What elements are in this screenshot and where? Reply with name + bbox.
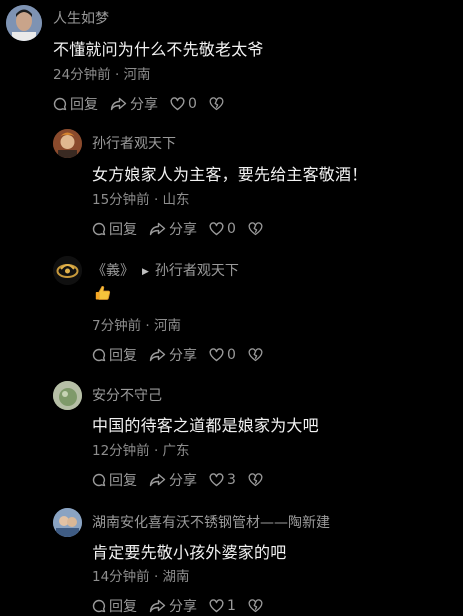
reply-label: 回复 bbox=[109, 348, 137, 364]
username[interactable]: 《義》 bbox=[92, 263, 134, 279]
like-count: 0 bbox=[227, 347, 236, 363]
reply-target-username[interactable]: 孙行者观天下 bbox=[155, 263, 239, 279]
share-label: 分享 bbox=[169, 599, 197, 615]
share-icon bbox=[149, 599, 166, 613]
comment-actions: 回复 分享 3 bbox=[92, 470, 278, 490]
share-icon bbox=[110, 97, 127, 111]
share-label: 分享 bbox=[130, 97, 158, 113]
share-icon bbox=[149, 222, 166, 236]
like-count: 0 bbox=[227, 221, 236, 237]
heart-icon bbox=[209, 599, 224, 613]
like-button[interactable]: 0 bbox=[170, 96, 197, 112]
comment-meta: 14分钟前 · 湖南 bbox=[92, 569, 190, 585]
reply-icon bbox=[53, 97, 67, 111]
comment-actions: 回复 分享 0 bbox=[92, 345, 278, 365]
reply-arrow-icon: ▶ bbox=[142, 267, 149, 277]
reply-label: 回复 bbox=[70, 97, 98, 113]
reply-button[interactable]: 回复 bbox=[92, 219, 137, 239]
reply-item: 湖南安化喜有沃不锈钢管材——陶新建 肯定要先敬小孩外婆家的吧 14分钟前 · 湖… bbox=[0, 504, 463, 616]
avatar[interactable] bbox=[6, 5, 42, 41]
comment-actions: 回复 分享 1 bbox=[92, 596, 278, 616]
reply-item: 《義》 ▶ 孙行者观天下 7分钟前 · 河南 回复 分享 0 bbox=[0, 252, 463, 377]
avatar[interactable] bbox=[53, 381, 82, 410]
reply-button[interactable]: 回复 bbox=[92, 596, 137, 616]
like-button[interactable]: 1 bbox=[209, 598, 236, 614]
share-button[interactable]: 分享 bbox=[149, 345, 197, 365]
heart-icon bbox=[170, 97, 185, 111]
dislike-button[interactable] bbox=[248, 348, 266, 362]
share-icon bbox=[149, 473, 166, 487]
avatar[interactable] bbox=[53, 129, 82, 158]
thumbs-up-emoji-icon bbox=[94, 284, 112, 306]
broken-heart-icon bbox=[248, 222, 263, 236]
username[interactable]: 人生如梦 bbox=[53, 8, 109, 28]
reply-icon bbox=[92, 348, 106, 362]
username[interactable]: 湖南安化喜有沃不锈钢管材——陶新建 bbox=[92, 512, 330, 532]
comment-text: 女方娘家人为主客，要先给主客敬酒！ bbox=[92, 165, 368, 184]
avatar[interactable] bbox=[53, 256, 82, 285]
username-row: 《義》 ▶ 孙行者观天下 bbox=[92, 260, 239, 280]
comment-text: 不懂就问为什么不先敬老太爷 bbox=[53, 40, 264, 59]
reply-icon bbox=[92, 222, 106, 236]
share-label: 分享 bbox=[169, 473, 197, 489]
share-button[interactable]: 分享 bbox=[149, 596, 197, 616]
like-button[interactable]: 0 bbox=[209, 347, 236, 363]
comment-item: 人生如梦 不懂就问为什么不先敬老太爷 24分钟前 · 河南 回复 分享 0 bbox=[0, 0, 463, 120]
dislike-button[interactable] bbox=[248, 599, 266, 613]
broken-heart-icon bbox=[248, 599, 263, 613]
comment-meta: 15分钟前 · 山东 bbox=[92, 192, 190, 208]
like-button[interactable]: 0 bbox=[209, 221, 236, 237]
share-label: 分享 bbox=[169, 222, 197, 238]
reply-button[interactable]: 回复 bbox=[92, 470, 137, 490]
reply-button[interactable]: 回复 bbox=[53, 94, 98, 114]
reply-label: 回复 bbox=[109, 222, 137, 238]
comment-actions: 回复 分享 0 bbox=[53, 94, 239, 114]
reply-icon bbox=[92, 473, 106, 487]
avatar[interactable] bbox=[53, 508, 82, 537]
comment-meta: 7分钟前 · 河南 bbox=[92, 318, 181, 334]
like-count: 0 bbox=[188, 96, 197, 112]
username[interactable]: 安分不守己 bbox=[92, 385, 162, 405]
reply-icon bbox=[92, 599, 106, 613]
like-count: 1 bbox=[227, 598, 236, 614]
broken-heart-icon bbox=[209, 97, 224, 111]
reply-item: 安分不守己 中国的待客之道都是娘家为大吧 12分钟前 · 广东 回复 分享 3 bbox=[0, 377, 463, 502]
broken-heart-icon bbox=[248, 348, 263, 362]
comment-actions: 回复 分享 0 bbox=[92, 219, 278, 239]
dislike-button[interactable] bbox=[209, 97, 227, 111]
heart-icon bbox=[209, 348, 224, 362]
dislike-button[interactable] bbox=[248, 473, 266, 487]
share-button[interactable]: 分享 bbox=[149, 219, 197, 239]
heart-icon bbox=[209, 222, 224, 236]
dislike-button[interactable] bbox=[248, 222, 266, 236]
share-button[interactable]: 分享 bbox=[149, 470, 197, 490]
share-icon bbox=[149, 348, 166, 362]
comment-text: 中国的待客之道都是娘家为大吧 bbox=[92, 416, 319, 435]
like-count: 3 bbox=[227, 472, 236, 488]
reply-label: 回复 bbox=[109, 473, 137, 489]
broken-heart-icon bbox=[248, 473, 263, 487]
username[interactable]: 孙行者观天下 bbox=[92, 133, 176, 153]
comment-meta: 12分钟前 · 广东 bbox=[92, 443, 190, 459]
share-label: 分享 bbox=[169, 348, 197, 364]
share-button[interactable]: 分享 bbox=[110, 94, 158, 114]
reply-label: 回复 bbox=[109, 599, 137, 615]
reply-item: 孙行者观天下 女方娘家人为主客，要先给主客敬酒！ 15分钟前 · 山东 回复 分… bbox=[0, 125, 463, 250]
like-button[interactable]: 3 bbox=[209, 472, 236, 488]
heart-icon bbox=[209, 473, 224, 487]
comment-meta: 24分钟前 · 河南 bbox=[53, 67, 151, 83]
reply-button[interactable]: 回复 bbox=[92, 345, 137, 365]
comment-text: 肯定要先敬小孩外婆家的吧 bbox=[92, 543, 287, 562]
